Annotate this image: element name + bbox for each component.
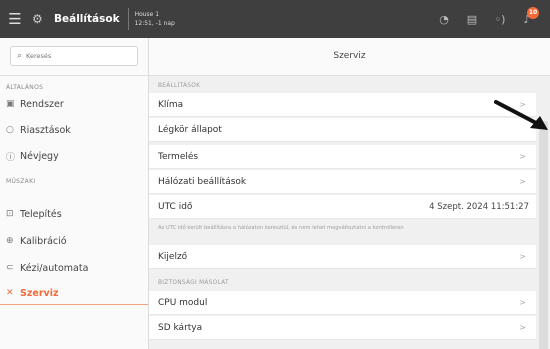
row-label: Klíma [158, 99, 184, 110]
house-name: House 1 [134, 11, 160, 18]
sidebar-item-label: Kalibráció [20, 235, 67, 247]
sidebar-item-label: Kézi/automata [20, 262, 89, 274]
sidebar-item-rendszer[interactable]: ▣ Rendszer [6, 94, 142, 114]
pointer-arrow-icon [494, 100, 548, 130]
house-info[interactable]: House 1 12:51, -1 nap [135, 10, 175, 28]
search-icon: ⌕ [17, 51, 23, 61]
wrench-icon: ✕ [6, 288, 14, 298]
sidebar-item-label: Rendszer [20, 98, 64, 110]
system-icon: ▣ [6, 99, 15, 109]
search-input[interactable] [26, 52, 127, 60]
notification-badge: 10 [527, 6, 539, 19]
chevron-right-icon: > [519, 252, 526, 261]
app-title: Beállítások [54, 13, 120, 25]
row-legkor-allapot[interactable]: Légkör állapot [149, 118, 536, 142]
search-box[interactable]: ⌕ [10, 46, 138, 66]
sidebar-item-kezi-automata[interactable]: ⊂ Kézi/automata [6, 258, 142, 278]
row-label: UTC idő [158, 201, 193, 212]
utc-time-value: 4 Szept. 2024 11:51:27 [429, 201, 529, 212]
row-sd-kartya[interactable]: SD kártya > [149, 316, 536, 340]
alarm-icon: ○ [6, 125, 14, 135]
row-kijelzo[interactable]: Kijelző > [149, 245, 536, 269]
house-time: 12:51, -1 nap [134, 20, 175, 27]
divider [127, 8, 129, 30]
chevron-right-icon: > [519, 152, 526, 161]
top-bar: ☰ ⚙ Beállítások House 1 12:51, -1 nap ◔ … [0, 0, 550, 38]
row-cpu-modul[interactable]: CPU modul > [149, 291, 536, 315]
sidebar-item-label: Névjegy [20, 150, 59, 162]
section-settings-label: BEÁLLÍTÁSOK [158, 83, 201, 89]
page-title: Szerviz [149, 38, 550, 76]
utc-note: Az UTC idő került beállításra a hálózato… [158, 225, 404, 231]
sidebar-item-riasztasok[interactable]: ○ Riasztások [6, 120, 142, 140]
section-backup-label: BIZTONSÁGI MÁSOLAT [158, 280, 229, 286]
row-termeles[interactable]: Termelés > [149, 145, 536, 169]
section-technical-label: MŰSZAKI [6, 178, 36, 185]
main-panel: Szerviz BEÁLLÍTÁSOK Klíma > Légkör állap… [149, 38, 550, 349]
sidebar-item-kalibracio[interactable]: ⊕ Kalibráció [6, 231, 142, 251]
sidebar: ⌕ ÁLTALÁNOS ▣ Rendszer ○ Riasztások ⓘ Né… [0, 38, 149, 349]
sd-card-icon[interactable]: ▤ [458, 13, 486, 26]
section-general-label: ÁLTALÁNOS [6, 84, 44, 91]
calibration-icon: ⊕ [6, 236, 14, 246]
row-label: CPU modul [158, 297, 208, 308]
gauge-icon[interactable]: ◔ [430, 13, 458, 26]
row-utc-ido: UTC idő 4 Szept. 2024 11:51:27 [149, 195, 536, 219]
sidebar-item-label: Telepítés [20, 208, 62, 220]
row-label: Termelés [158, 151, 199, 162]
row-label: Kijelző [158, 251, 188, 262]
sidebar-item-nevjegy[interactable]: ⓘ Névjegy [6, 146, 142, 166]
row-label: SD kártya [158, 322, 203, 333]
row-klima[interactable]: Klíma > [149, 93, 536, 117]
install-icon: ⊡ [6, 209, 14, 219]
gear-icon: ⚙ [32, 12, 43, 26]
row-label: Légkör állapot [158, 124, 222, 135]
sidebar-item-label: Szerviz [20, 287, 59, 299]
row-halozati-beallitasok[interactable]: Hálózati beállítások > [149, 170, 536, 194]
chevron-right-icon: > [519, 298, 526, 307]
bell-icon[interactable]: ♪ 10 [514, 6, 540, 26]
divider [0, 75, 148, 76]
active-indicator [0, 304, 148, 305]
info-icon: ⓘ [6, 152, 16, 163]
status-icons: ◔ ▤ ◦) ♪ 10 [430, 6, 540, 26]
chevron-right-icon: > [519, 177, 526, 186]
sidebar-item-label: Riasztások [20, 124, 71, 136]
signal-icon[interactable]: ◦) [486, 13, 514, 26]
menu-icon[interactable]: ☰ [0, 10, 30, 28]
sidebar-item-telepites[interactable]: ⊡ Telepítés [6, 204, 142, 224]
scrollbar[interactable] [539, 121, 548, 349]
row-label: Hálózati beállítások [158, 176, 247, 187]
sidebar-item-szerviz[interactable]: ✕ Szerviz [6, 283, 142, 303]
manual-auto-icon: ⊂ [6, 263, 14, 273]
chevron-right-icon: > [519, 323, 526, 332]
